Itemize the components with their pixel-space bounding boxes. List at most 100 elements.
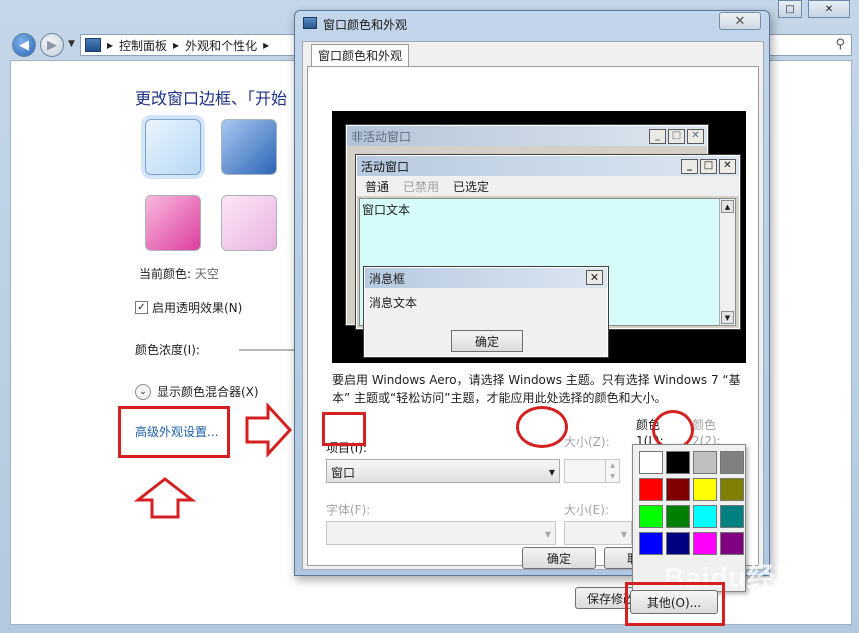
active-title-text: 活动窗口	[361, 159, 410, 174]
forward-button[interactable]: ▶	[40, 33, 64, 57]
annotation-box-item	[322, 412, 366, 446]
message-box-title-text: 消息框	[369, 271, 406, 286]
message-box-preview: 消息框 ✕ 消息文本 确定	[363, 266, 609, 358]
color-mixer-label: 显示颜色混合器(X)	[157, 385, 259, 399]
appearance-preview: 非活动窗口 _ □ ✕ 活动窗口 _ □ ✕ 普通 已禁用 已选定 窗口文本 ▲…	[332, 111, 746, 363]
annotation-right-arrow	[245, 402, 293, 458]
palette-color[interactable]	[666, 505, 690, 528]
current-color-label: 当前颜色:	[139, 267, 192, 281]
palette-color[interactable]	[666, 478, 690, 501]
spinner-arrows: ▲ ▼	[605, 460, 619, 482]
preview-menu-bar: 普通 已禁用 已选定	[357, 176, 739, 196]
back-button[interactable]: ◀	[12, 33, 36, 57]
palette-color[interactable]	[639, 532, 663, 555]
color-swatch-grid	[137, 113, 297, 263]
preview-scrollbar: ▲ ▼	[719, 199, 735, 325]
window-text: 窗口文本	[362, 203, 411, 217]
swatch-blush[interactable]	[221, 195, 277, 251]
palette-color[interactable]	[693, 478, 717, 501]
scroll-up-icon: ▲	[721, 200, 734, 213]
inactive-caption-buttons: _ □ ✕	[649, 128, 704, 144]
menu-selected: 已选定	[453, 179, 490, 194]
menu-normal: 普通	[365, 179, 390, 194]
address-bar[interactable]: ▸ 控制面板 ▸ 外观和个性化 ▸	[80, 34, 298, 56]
palette-color[interactable]	[639, 505, 663, 528]
font-size-select: ▼	[564, 521, 632, 545]
color-intensity-slider[interactable]	[239, 349, 299, 351]
annotation-box-other	[625, 582, 725, 626]
breadcrumb-separator: ▸	[107, 38, 114, 52]
close-icon: ✕	[687, 128, 704, 144]
palette-color[interactable]	[693, 532, 717, 555]
item-select[interactable]: 窗口 ▼	[326, 459, 560, 483]
minimize-icon: _	[681, 158, 698, 174]
swatch-sky[interactable]	[145, 119, 201, 175]
window-icon	[303, 17, 317, 29]
palette-color[interactable]	[720, 478, 744, 501]
close-window-button[interactable]: ✕	[808, 0, 850, 18]
size-label: 大小(Z):	[564, 435, 610, 449]
palette-color[interactable]	[666, 451, 690, 474]
item-select-value: 窗口	[331, 466, 356, 480]
font-select: ▼	[326, 521, 556, 545]
transparency-option[interactable]: ✓ 启用透明效果(N)	[135, 299, 242, 316]
annotation-up-arrow	[134, 477, 196, 519]
chevron-down-icon: ▼	[544, 530, 551, 539]
chevron-down-icon: ▼	[620, 530, 627, 539]
font-label: 字体(F):	[326, 503, 371, 517]
palette-color[interactable]	[639, 478, 663, 501]
palette-color[interactable]	[693, 505, 717, 528]
color2-label-line1: 颜色	[692, 418, 717, 432]
message-box-ok-label: 确定	[474, 334, 499, 349]
page-title: 更改窗口边框、「开始	[135, 89, 288, 108]
color-intensity-label: 颜色浓度(I):	[135, 343, 200, 357]
maximize-icon: □	[668, 128, 685, 144]
ok-button-label: 确定	[546, 551, 571, 566]
message-text: 消息文本	[369, 296, 418, 310]
palette-color[interactable]	[666, 532, 690, 555]
palette-color[interactable]	[720, 505, 744, 528]
maximize-icon: □	[700, 158, 717, 174]
inactive-title-text: 非活动窗口	[351, 129, 412, 144]
close-icon: ✕	[719, 158, 736, 174]
history-dropdown-icon[interactable]: ▼	[68, 39, 75, 49]
search-icon[interactable]: ⚲	[835, 37, 845, 52]
palette-color[interactable]	[693, 451, 717, 474]
close-icon[interactable]: ✕	[719, 12, 761, 30]
breadcrumb-separator: ▸	[263, 38, 270, 52]
dialog-titlebar[interactable]: 窗口颜色和外观 ✕	[295, 11, 769, 37]
ok-button[interactable]: 确定	[522, 547, 596, 569]
font-size-label: 大小(E):	[564, 503, 609, 517]
palette-color[interactable]	[720, 532, 744, 555]
menu-disabled: 已禁用	[403, 179, 440, 194]
inactive-window-title: 非活动窗口 _ □ ✕	[347, 126, 707, 146]
breadcrumb-appearance[interactable]: 外观和个性化	[185, 37, 257, 54]
color-mixer-toggle[interactable]: ⌄ 显示颜色混合器(X)	[135, 383, 259, 400]
chevron-down-icon[interactable]: ⌄	[135, 383, 151, 400]
control-panel-icon	[85, 38, 101, 52]
swatch-twilight[interactable]	[221, 119, 277, 175]
message-box-ok: 确定	[451, 330, 523, 352]
maximize-button[interactable]: □	[778, 0, 802, 18]
current-color: 当前颜色: 天空	[139, 265, 219, 282]
annotation-ring-item-dropdown	[516, 406, 568, 448]
current-color-value: 天空	[194, 267, 219, 281]
swatch-fuchsia[interactable]	[145, 195, 201, 251]
palette-color[interactable]	[639, 451, 663, 474]
dialog-title: 窗口颜色和外观	[323, 18, 408, 32]
chevron-down-icon[interactable]: ▼	[549, 468, 555, 477]
aero-description: 要启用 Windows Aero，请选择 Windows 主题。只有选择 Win…	[332, 373, 741, 405]
palette-color[interactable]	[720, 451, 744, 474]
message-box-title: 消息框	[365, 268, 607, 288]
breadcrumb-separator: ▸	[173, 38, 180, 52]
minimize-icon: _	[649, 128, 666, 144]
search-input[interactable]: ⚲	[766, 34, 852, 56]
annotation-box-advanced-link	[118, 406, 230, 458]
active-window-title: 活动窗口 _ □ ✕	[357, 156, 739, 176]
tab-window-color[interactable]: 窗口颜色和外观	[311, 44, 410, 66]
transparency-label: 启用透明效果(N)	[152, 301, 243, 315]
transparency-checkbox[interactable]: ✓	[135, 301, 148, 314]
scroll-down-icon: ▼	[721, 311, 734, 324]
breadcrumb-control-panel[interactable]: 控制面板	[119, 37, 167, 54]
active-caption-buttons: _ □ ✕	[681, 158, 736, 174]
